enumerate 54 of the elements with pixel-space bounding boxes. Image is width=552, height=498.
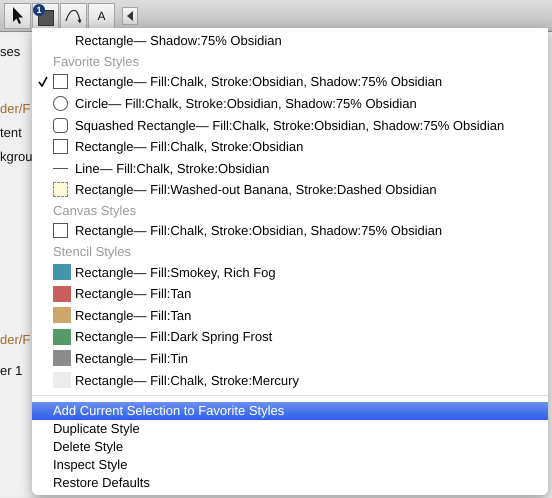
menu-item[interactable]: Rectangle— Shadow:75% Obsidian <box>32 30 548 52</box>
pointer-icon[interactable] <box>4 2 31 28</box>
menu-item-label: Rectangle— Fill:Dark Spring Frost <box>75 329 272 344</box>
menu-action[interactable]: Duplicate Style <box>32 420 548 438</box>
menu-item[interactable]: Rectangle— Fill:Chalk, Stroke:Obsidian <box>32 136 548 158</box>
menu-action[interactable]: Delete Style <box>32 438 548 456</box>
circle-swatch-icon <box>53 96 68 111</box>
menu-item-label: Rectangle— Fill:Tin <box>75 350 188 366</box>
curve-icon[interactable] <box>60 2 87 28</box>
sidebar-label: er 1 <box>0 363 24 378</box>
section-heading: Favorite Styles <box>52 52 140 71</box>
sidebar-label: der/F <box>0 332 32 347</box>
menu-item-label: Line— Fill:Chalk, Stroke:Obsidian <box>75 160 270 176</box>
shape-tool-button[interactable]: 1 <box>32 2 59 28</box>
line-swatch-icon <box>53 168 68 169</box>
section-heading: Canvas Styles <box>52 202 138 220</box>
text-tool-button[interactable]: A <box>88 2 115 28</box>
rectangle-swatch-icon <box>53 139 68 154</box>
section-heading: Stencil Styles <box>52 243 132 261</box>
menu-item[interactable]: Rectangle— Fill:Chalk, Stroke:Mercury <box>32 369 548 391</box>
menu-item-label: Rectangle— Fill:Chalk, Stroke:Obsidian <box>75 139 304 154</box>
count-badge: 1 <box>33 4 45 16</box>
sidebar-label: tent <box>0 125 23 140</box>
menu-item[interactable]: Rectangle— Fill:Dark Spring Frost <box>32 326 548 348</box>
menu-item[interactable]: Rectangle— Fill:Tin <box>32 348 548 370</box>
menu-item-label: Rectangle— Fill:Chalk, Stroke:Mercury <box>75 372 299 388</box>
menu-item[interactable]: Circle— Fill:Chalk, Stroke:Obsidian, Shadow:75% Obsidian <box>32 92 548 114</box>
sidebar-label: ses <box>0 44 22 59</box>
menu-item-label: Squashed Rectangle— Fill:Chalk, Stroke:Obsidian, Shadow:75% Obsidian <box>75 118 504 133</box>
menu-item-label: Rectangle— Fill:Chalk, Stroke:Obsidian, Shadow:75% Obsidian <box>75 223 442 238</box>
menu-item[interactable]: Rectangle— Fill:Washed-out Banana, Stroke:Dashed Obsidian <box>32 179 548 201</box>
menu-item[interactable]: Line— Fill:Chalk, Stroke:Obsidian <box>32 157 548 180</box>
menu-item-label: Rectangle— Fill:Smokey, Rich Fog <box>75 264 276 280</box>
menu-action[interactable]: Add Current Selection to Favorite Styles <box>32 402 548 420</box>
rectangle-swatch-icon <box>53 223 68 238</box>
dashed-rectangle-swatch-icon <box>53 182 68 198</box>
menu-item-label: Rectangle— Fill:Tan <box>75 308 192 323</box>
sidebar-label: der/F <box>0 101 32 116</box>
menu-item-label: Circle— Fill:Chalk, Stroke:Obsidian, Shadow:75% Obsidian <box>75 96 417 111</box>
menu-action[interactable]: Restore Defaults <box>32 474 548 492</box>
menu-action[interactable]: Inspect Style <box>32 456 548 474</box>
rounded-rectangle-swatch-icon <box>53 118 68 133</box>
menu-item[interactable]: Rectangle— Fill:Chalk, Stroke:Obsidian, Shadow:75% Obsidian <box>32 220 548 242</box>
menu-item[interactable]: Rectangle— Fill:Chalk, Stroke:Obsidian, Shadow:75% Obsidian <box>32 71 548 93</box>
menu-item[interactable]: Rectangle— Fill:Tan <box>32 304 548 326</box>
menu-item[interactable]: Rectangle— Fill:Tan <box>32 282 548 304</box>
menu-item-label: Rectangle— Fill:Washed-out Banana, Stroke:Dashed Obsidian <box>75 182 437 198</box>
collapse-icon[interactable] <box>122 6 138 24</box>
rectangle-swatch-icon <box>53 74 68 90</box>
menu-item-label: Rectangle— Fill:Chalk, Stroke:Obsidian, Shadow:75% Obsidian <box>75 74 442 90</box>
sidebar-label: kgrou <box>0 149 34 164</box>
menu-item[interactable]: Rectangle— Fill:Smokey, Rich Fog <box>32 261 548 283</box>
menu-item[interactable]: Squashed Rectangle— Fill:Chalk, Stroke:Obsidian, Shadow:75% Obsidian <box>32 114 548 136</box>
menu-item-label: Rectangle— Fill:Tan <box>75 286 192 302</box>
